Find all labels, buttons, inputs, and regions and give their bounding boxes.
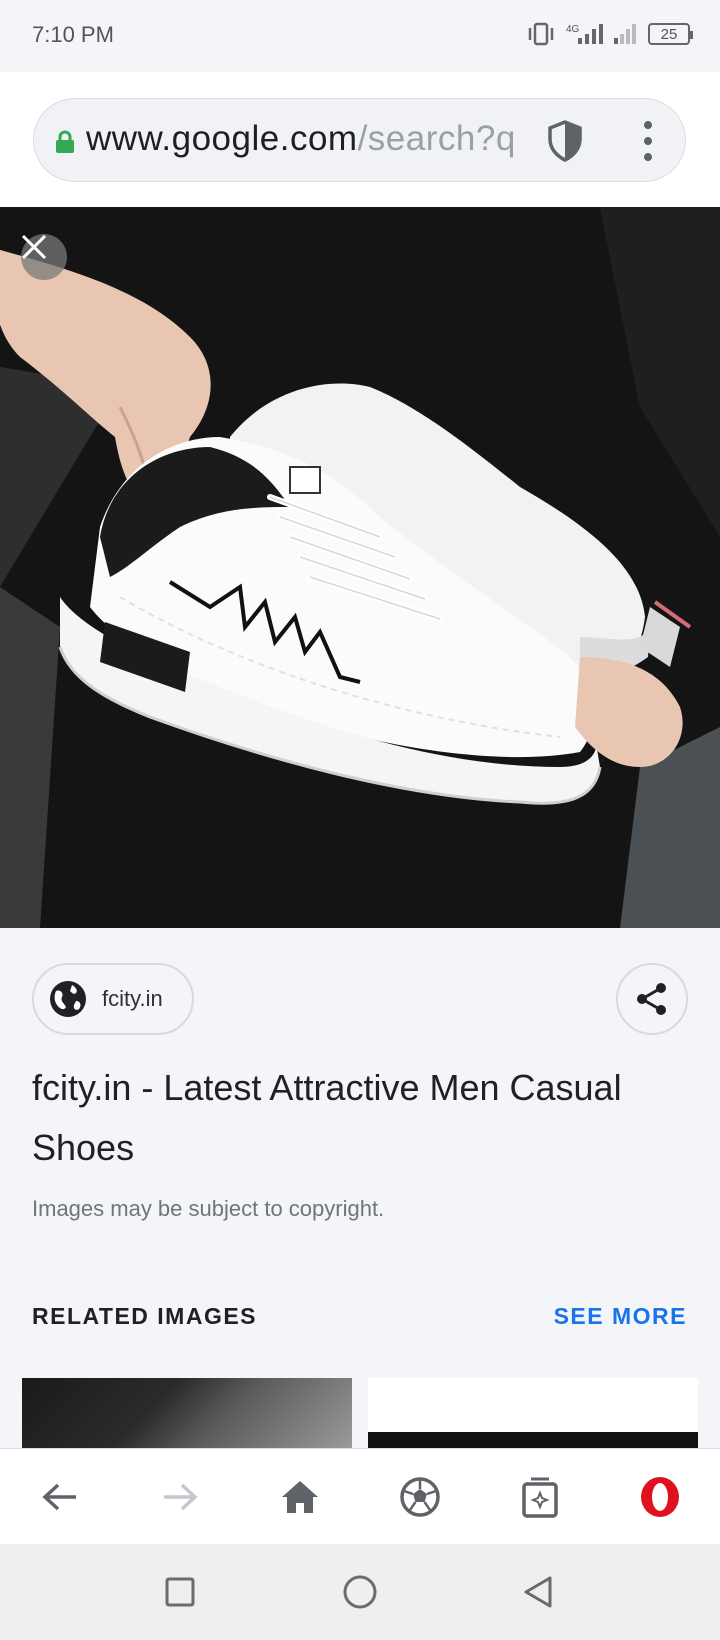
recents-button[interactable]	[160, 1572, 200, 1612]
vibrate-icon	[528, 22, 554, 46]
soccer-ball-icon	[400, 1477, 440, 1517]
share-icon	[637, 983, 666, 1015]
close-button[interactable]	[21, 234, 67, 280]
overflow-menu-icon[interactable]	[638, 121, 658, 161]
signal-4g-icon: 4G	[566, 24, 603, 44]
opera-logo-icon	[641, 1477, 679, 1517]
url-path: /search?q	[357, 119, 516, 158]
back-system-button[interactable]	[518, 1572, 558, 1612]
url-text[interactable]: www.google.com/search?q	[86, 119, 526, 159]
globe-icon	[50, 981, 86, 1017]
square-icon	[165, 1577, 195, 1607]
preview-image[interactable]	[0, 207, 720, 928]
related-image-thumbnail[interactable]	[22, 1378, 352, 1448]
sneaker-photo	[0, 207, 720, 928]
battery-level: 25	[660, 25, 678, 43]
home-button[interactable]	[274, 1471, 326, 1523]
result-title[interactable]: fcity.in - Latest Attractive Men Casual …	[32, 1058, 682, 1178]
browser-toolbar: www.google.com/search?q	[0, 72, 720, 207]
source-domain: fcity.in	[102, 986, 163, 1011]
tab-switcher-icon	[522, 1477, 558, 1518]
signal-weak-icon	[614, 24, 636, 44]
home-system-button[interactable]	[340, 1572, 380, 1612]
address-bar[interactable]: www.google.com/search?q	[33, 98, 686, 182]
see-more-link[interactable]: SEE MORE	[554, 1303, 687, 1330]
related-image-thumbnail[interactable]	[368, 1378, 698, 1448]
network-type: 4G	[566, 24, 580, 35]
url-host: www.google.com	[86, 119, 358, 158]
share-button[interactable]	[616, 963, 688, 1035]
close-icon	[21, 234, 47, 260]
status-icons: 4G 25	[526, 22, 693, 46]
copyright-notice: Images may be subject to copyright.	[32, 1196, 385, 1221]
related-images-heading: RELATED IMAGES	[32, 1303, 258, 1329]
triangle-back-icon	[524, 1576, 552, 1608]
browser-bottom-nav	[0, 1448, 720, 1544]
back-button[interactable]	[34, 1471, 86, 1523]
arrow-right-icon	[164, 1483, 198, 1511]
status-time: 7:10 PM	[32, 22, 114, 47]
system-navigation-bar	[0, 1544, 720, 1640]
tabs-button[interactable]	[514, 1471, 566, 1523]
lock-icon	[56, 130, 74, 153]
speed-dial-button[interactable]	[394, 1471, 446, 1523]
forward-button[interactable]	[154, 1471, 206, 1523]
arrow-left-icon	[42, 1483, 76, 1511]
opera-menu-button[interactable]	[634, 1471, 686, 1523]
shield-icon[interactable]	[546, 119, 584, 163]
battery-icon: 25	[648, 23, 693, 45]
thumbnail-content	[368, 1432, 698, 1448]
home-icon	[282, 1481, 318, 1513]
source-chip[interactable]: fcity.in	[32, 963, 194, 1035]
circle-icon	[343, 1575, 377, 1609]
status-bar: 7:10 PM 4G 25	[0, 0, 720, 72]
